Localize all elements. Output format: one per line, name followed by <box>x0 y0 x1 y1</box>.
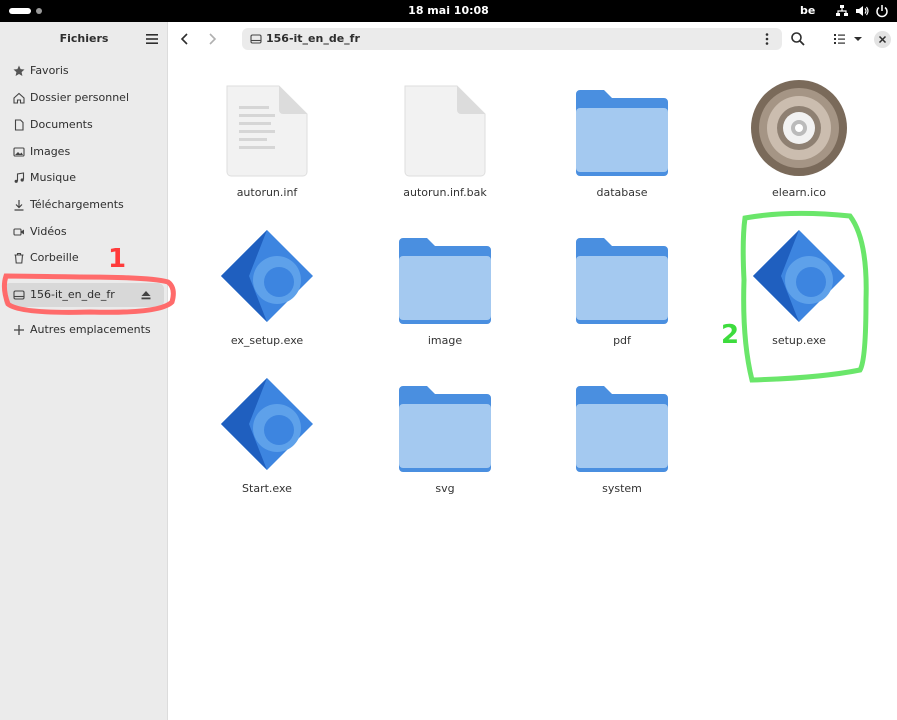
home-icon <box>13 92 25 104</box>
file-name: pdf <box>613 334 631 347</box>
file-item[interactable]: autorun.inf.bak <box>375 70 515 210</box>
download-icon <box>14 200 24 211</box>
image-icon <box>13 147 25 157</box>
header-bar: 156-it_en_de_fr <box>168 22 897 56</box>
annotation-number-2: 2 <box>721 320 740 350</box>
video-icon <box>13 228 24 236</box>
current-location[interactable]: 156-it_en_de_fr <box>266 32 360 45</box>
folder-item[interactable]: image <box>375 218 515 358</box>
file-item[interactable]: Start.exe <box>197 366 337 506</box>
sidebar-header: Fichiers <box>0 22 168 56</box>
top-bar: 18 mai 10:08 be <box>0 0 897 22</box>
sidebar-item-favoris[interactable]: Favoris <box>4 59 164 83</box>
sidebar-item-label: Dossier personnel <box>30 91 130 104</box>
keyboard-layout-indicator[interactable]: be <box>800 4 815 17</box>
eject-icon[interactable] <box>140 289 152 301</box>
power-icon[interactable] <box>875 4 889 18</box>
executable-icon <box>221 230 313 322</box>
sidebar-item-label: Vidéos <box>30 225 67 238</box>
network-icon[interactable] <box>835 4 849 18</box>
file-name: image <box>427 334 463 347</box>
file-item[interactable]: elearn.ico <box>729 70 869 210</box>
file-item[interactable]: setup.exe <box>729 218 869 358</box>
folder-item[interactable]: database <box>552 70 692 210</box>
file-name: elearn.ico <box>772 186 826 199</box>
close-button[interactable] <box>874 31 891 48</box>
folder-icon <box>399 386 491 472</box>
chevron-down-icon[interactable] <box>850 31 866 47</box>
file-name: setup.exe <box>772 334 826 347</box>
file-name: system <box>602 482 642 495</box>
sidebar-item-drive[interactable]: 156-it_en_de_fr <box>4 283 164 307</box>
file-name: svg <box>435 482 455 495</box>
forward-button[interactable] <box>204 31 220 47</box>
executable-icon <box>221 378 313 470</box>
folder-item[interactable]: svg <box>375 366 515 506</box>
volume-icon[interactable] <box>855 4 869 18</box>
sidebar-item-label: Musique <box>30 171 76 184</box>
file-name: autorun.inf <box>236 186 298 199</box>
drive-icon <box>250 34 262 44</box>
trash-icon <box>14 252 24 264</box>
sidebar-item-documents[interactable]: Documents <box>4 113 164 137</box>
file-item[interactable]: ex_setup.exe <box>197 218 337 358</box>
blank-file-icon <box>404 85 486 177</box>
folder-item[interactable]: system <box>552 366 692 506</box>
folder-icon <box>399 238 491 324</box>
sidebar-item-label: Téléchargements <box>30 198 124 211</box>
document-icon <box>14 119 24 131</box>
clock[interactable]: 18 mai 10:08 <box>0 4 897 17</box>
file-name: autorun.inf.bak <box>403 186 487 199</box>
sidebar-item-home[interactable]: Dossier personnel <box>4 86 164 110</box>
list-view-icon[interactable] <box>832 31 848 47</box>
path-bar[interactable]: 156-it_en_de_fr <box>242 28 782 50</box>
annotation-number-1: 1 <box>108 244 127 274</box>
sidebar-item-label: Favoris <box>30 64 69 77</box>
text-file-icon <box>226 85 308 177</box>
cd-icon <box>751 80 847 176</box>
folder-item[interactable]: pdf <box>552 218 692 358</box>
file-item[interactable]: autorun.inf <box>197 70 337 210</box>
file-name: ex_setup.exe <box>230 334 304 347</box>
folder-icon <box>576 238 668 324</box>
back-button[interactable] <box>177 31 193 47</box>
search-icon[interactable] <box>790 31 806 47</box>
file-name: database <box>596 186 648 199</box>
drive-icon <box>13 290 25 300</box>
executable-icon <box>753 230 845 322</box>
sidebar-item-label: Documents <box>30 118 93 131</box>
sidebar-item-downloads[interactable]: Téléchargements <box>4 193 164 217</box>
close-icon <box>878 35 887 44</box>
plus-icon <box>14 325 24 335</box>
sidebar-item-label: Images <box>30 145 71 158</box>
sidebar-item-label: Corbeille <box>30 251 79 264</box>
main-menu-icon[interactable] <box>145 33 159 45</box>
sidebar-item-label: 156-it_en_de_fr <box>30 288 115 301</box>
sidebar-item-videos[interactable]: Vidéos <box>4 220 164 244</box>
sidebar: Fichiers Favoris Dossier personnel Docum… <box>0 22 168 720</box>
star-icon <box>13 65 25 76</box>
sidebar-item-trash[interactable]: Corbeille <box>4 246 164 270</box>
sidebar-item-label: Autres emplacements <box>30 323 151 336</box>
sidebar-item-other-locations[interactable]: Autres emplacements <box>4 318 164 342</box>
folder-icon <box>576 386 668 472</box>
sidebar-item-images[interactable]: Images <box>4 140 164 164</box>
sidebar-item-music[interactable]: Musique <box>4 166 164 190</box>
app-title: Fichiers <box>59 32 109 45</box>
more-options-icon[interactable] <box>764 32 770 46</box>
file-name: Start.exe <box>242 482 292 495</box>
folder-icon <box>576 90 668 176</box>
music-icon <box>14 172 25 183</box>
